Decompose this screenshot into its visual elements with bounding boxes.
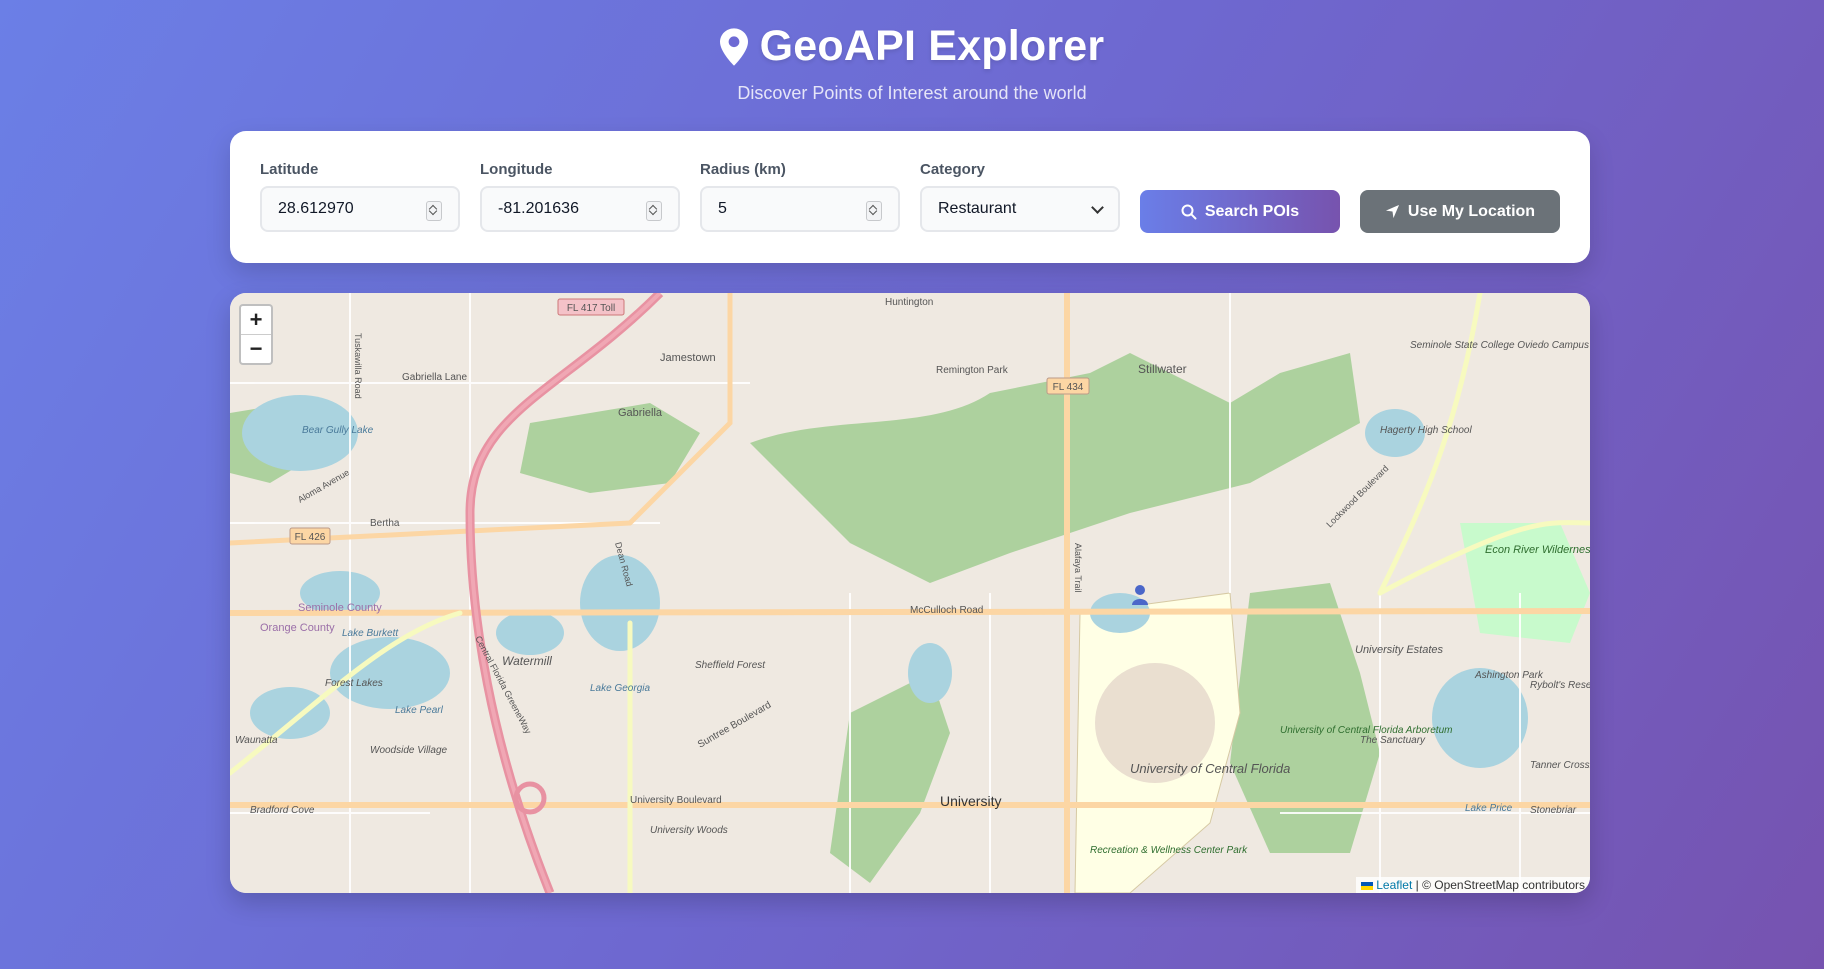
longitude-field: Longitude -81.201636	[480, 161, 680, 232]
search-icon	[1181, 204, 1197, 219]
page-title: GeoAPI Explorer	[759, 22, 1105, 70]
leaflet-link[interactable]: Leaflet	[1376, 878, 1412, 892]
label-lake-georgia: Lake Georgia	[590, 683, 650, 694]
shield-fl434: FL 434	[1053, 382, 1084, 393]
latitude-value: 28.612970	[278, 200, 354, 217]
label-univ-woods: University Woods	[650, 825, 728, 836]
label-university: University	[940, 793, 1001, 809]
label-sanctuary: The Sanctuary	[1360, 735, 1426, 746]
shield-fl417: FL 417 Toll	[567, 303, 615, 314]
label-ucf: University of Central Florida	[1130, 761, 1290, 776]
latitude-spinner-icon[interactable]	[426, 201, 442, 221]
latitude-input[interactable]: 28.612970	[260, 186, 460, 232]
chevron-down-icon	[1091, 200, 1104, 214]
label-remington: Remington Park	[936, 365, 1009, 376]
ukraine-flag-icon	[1361, 881, 1374, 890]
radius-input[interactable]: 5	[700, 186, 900, 232]
use-my-location-button[interactable]: Use My Location	[1360, 190, 1560, 233]
category-field: Category Restaurant	[920, 161, 1120, 232]
attribution-text: | © OpenStreetMap contributors	[1415, 878, 1585, 892]
latitude-field: Latitude 28.612970	[260, 161, 460, 232]
shield-fl426: FL 426	[295, 532, 326, 543]
zoom-out-button[interactable]: −	[241, 335, 271, 363]
search-panel: Latitude 28.612970 Longitude -81.201636 …	[230, 131, 1590, 263]
zoom-in-button[interactable]: +	[241, 306, 271, 335]
label-orange-county: Orange County	[260, 622, 335, 634]
category-value: Restaurant	[938, 200, 1017, 217]
label-university-blvd: University Boulevard	[630, 795, 722, 806]
radius-label: Radius (km)	[700, 161, 786, 178]
latitude-label: Latitude	[260, 161, 319, 178]
label-lake-pearl: Lake Pearl	[395, 705, 444, 716]
label-econ: Econ River Wilderness Area	[1485, 544, 1590, 556]
search-pois-button[interactable]: Search POIs	[1140, 190, 1340, 233]
label-alafaya: Alafaya Trail	[1073, 543, 1083, 593]
label-seminole-county: Seminole County	[298, 602, 382, 614]
title-row: GeoAPI Explorer	[719, 22, 1105, 71]
label-stonebriar: Stonebriar	[1530, 805, 1577, 816]
label-hagerty: Hagerty High School	[1380, 425, 1472, 436]
zoom-control: + −	[239, 304, 273, 365]
label-bertha: Bertha	[370, 518, 400, 529]
label-forest-lakes: Forest Lakes	[325, 678, 383, 689]
map-pin-icon	[719, 27, 748, 66]
page-header: GeoAPI Explorer Discover Points of Inter…	[0, 22, 1824, 104]
use-my-location-label: Use My Location	[1407, 202, 1536, 220]
label-woodside: Woodside Village	[370, 745, 448, 756]
label-bradford: Bradford Cove	[250, 805, 315, 816]
label-stillwater: Stillwater	[1138, 362, 1187, 376]
longitude-label: Longitude	[480, 161, 553, 178]
map-attribution: Leaflet | © OpenStreetMap contributors	[1356, 877, 1590, 893]
location-arrow-icon	[1385, 204, 1399, 219]
radius-spinner-icon[interactable]	[866, 201, 882, 221]
label-seminole-college: Seminole State College Oviedo Campus	[1410, 340, 1589, 351]
label-jamestown: Jamestown	[660, 352, 716, 364]
map-container[interactable]: FL 417 Toll FL 434 FL 426 Jamestown Gabr…	[230, 293, 1590, 893]
label-gabriella-lane: Gabriella Lane	[402, 372, 467, 383]
page-subtitle: Discover Points of Interest around the w…	[737, 83, 1087, 103]
label-huntington: Huntington	[885, 297, 933, 308]
category-select[interactable]: Restaurant	[920, 186, 1120, 232]
search-pois-label: Search POIs	[1204, 202, 1300, 220]
label-waunatta: Waunatta	[235, 735, 278, 746]
label-lake-price: Lake Price	[1465, 803, 1513, 814]
longitude-input[interactable]: -81.201636	[480, 186, 680, 232]
label-university-estates: University Estates	[1355, 644, 1444, 656]
label-gabriella: Gabriella	[618, 407, 663, 419]
category-label: Category	[920, 161, 986, 178]
label-watermill: Watermill	[502, 654, 552, 668]
radius-value: 5	[718, 200, 727, 217]
map-tiles[interactable]: FL 417 Toll FL 434 FL 426 Jamestown Gabr…	[230, 293, 1590, 893]
label-recreation: Recreation & Wellness Center Park	[1090, 845, 1248, 856]
label-tuskawilla: Tuskawilla Road	[353, 333, 363, 399]
label-tanner: Tanner Crossings	[1530, 760, 1590, 771]
label-mcculloch: McCulloch Road	[910, 605, 983, 616]
label-rybolts: Rybolt's Reserve	[1530, 680, 1590, 691]
longitude-spinner-icon[interactable]	[646, 201, 662, 221]
longitude-value: -81.201636	[498, 200, 579, 217]
label-lake-burkett: Lake Burkett	[342, 628, 399, 639]
label-sheffield: Sheffield Forest	[695, 660, 766, 671]
radius-field: Radius (km) 5	[700, 161, 900, 232]
label-bear-gully: Bear Gully Lake	[302, 425, 374, 436]
